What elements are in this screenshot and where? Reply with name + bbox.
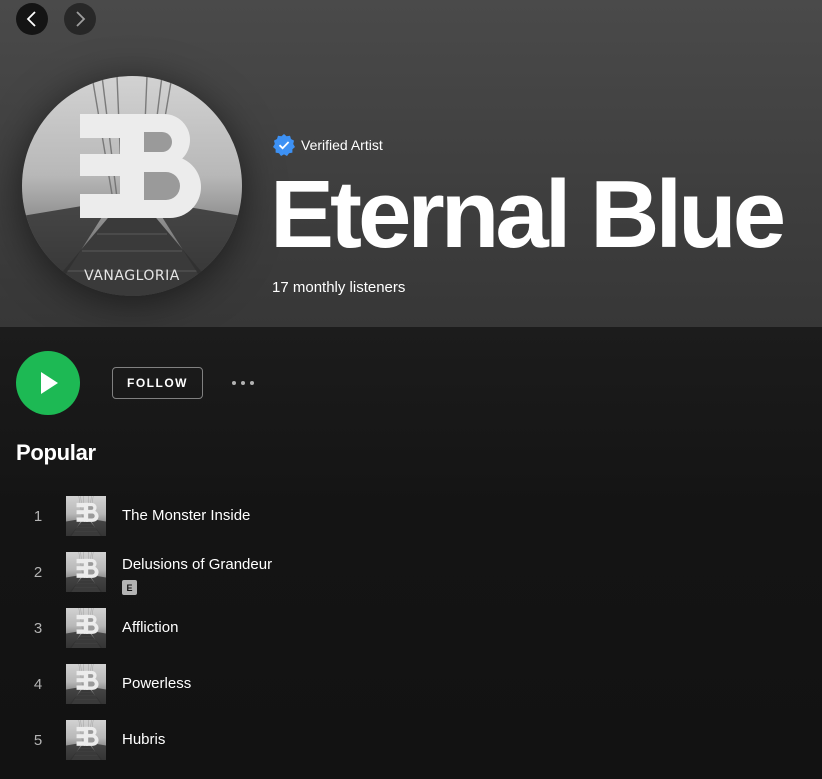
track-row[interactable]: 4 Powerless: [16, 656, 806, 712]
monthly-listeners: 17 monthly listeners: [272, 279, 406, 296]
artist-name: Eternal Blue: [270, 161, 786, 268]
track-title[interactable]: The Monster Inside: [122, 507, 250, 524]
track-title[interactable]: Hubris: [122, 731, 165, 748]
track-title[interactable]: Affliction: [122, 619, 178, 636]
more-options-icon: [232, 381, 236, 385]
chevron-right-icon: [76, 11, 86, 27]
forward-button[interactable]: [64, 3, 96, 35]
avatar-label: VANAGLORIA: [84, 268, 180, 284]
verified-badge: Verified Artist: [272, 133, 383, 157]
track-cover: [66, 608, 106, 648]
track-cover: [66, 496, 106, 536]
track-cover: [66, 664, 106, 704]
track-number: 2: [33, 563, 43, 581]
track-row[interactable]: 2 Delusions of Grandeur E: [16, 544, 806, 600]
track-row[interactable]: 3 Affliction: [16, 600, 806, 656]
popular-heading: Popular: [16, 440, 96, 465]
chevron-left-icon: [26, 11, 36, 27]
track-number: 4: [33, 675, 43, 693]
artist-avatar: VANAGLORIA: [22, 76, 242, 296]
track-number: 1: [33, 507, 43, 525]
artist-page: VANAGLORIA Verified Artist Eternal Blue …: [0, 0, 822, 779]
track-number: 5: [33, 731, 43, 749]
play-icon: [41, 372, 58, 394]
play-button[interactable]: [16, 351, 80, 415]
follow-button[interactable]: FOLLOW: [112, 367, 203, 399]
verified-label: Verified Artist: [301, 137, 383, 153]
more-options-button[interactable]: [226, 372, 260, 394]
track-row[interactable]: 1 The Monster Inside: [16, 488, 806, 544]
verified-check-icon: [273, 134, 295, 156]
more-options-icon: [250, 381, 254, 385]
track-title[interactable]: Powerless: [122, 675, 191, 692]
explicit-badge: E: [122, 580, 137, 595]
track-number: 3: [33, 619, 43, 637]
artist-header: VANAGLORIA Verified Artist Eternal Blue …: [0, 0, 822, 327]
track-row[interactable]: 5 Hubris: [16, 712, 806, 768]
track-cover: [66, 720, 106, 760]
back-button[interactable]: [16, 3, 48, 35]
more-options-icon: [241, 381, 245, 385]
track-title[interactable]: Delusions of Grandeur: [122, 556, 272, 573]
track-cover: [66, 552, 106, 592]
